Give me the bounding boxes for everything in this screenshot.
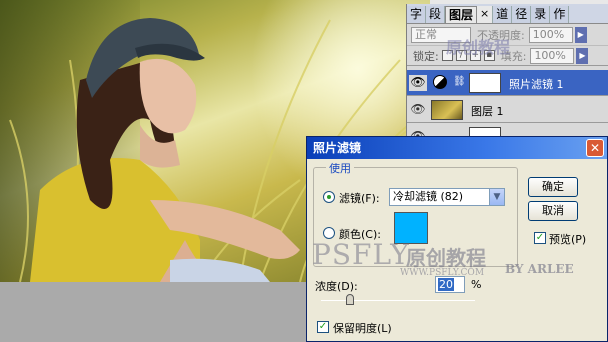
cancel-button[interactable]: 取消	[528, 201, 578, 221]
tab-layers[interactable]: 图层	[445, 6, 478, 23]
opacity-value: 100%	[532, 27, 565, 41]
tab-history[interactable]: 录	[531, 6, 551, 23]
density-slider-track[interactable]	[321, 300, 475, 301]
filter-select-value: 冷却滤镜 (82)	[393, 190, 464, 203]
lock-label: 锁定:	[413, 49, 439, 63]
layer-name: 照片滤镜 1	[509, 78, 564, 91]
photoshop-workspace: 字 段 图层 × 道 径 录 作 正常 不透明度: 100% ▶ 锁定: / +…	[0, 0, 608, 342]
fill-arrow-icon[interactable]: ▶	[576, 47, 589, 64]
photo-filter-dialog: 照片滤镜 ✕ 使用 滤镜(F): 冷却滤镜 (82) ▼ 颜色(C): 确定 取…	[306, 136, 608, 342]
dialog-titlebar[interactable]: 照片滤镜 ✕	[307, 137, 607, 159]
preserve-luminosity-label[interactable]: 保留明度(L)	[333, 320, 392, 336]
tab-actions[interactable]: 作	[550, 6, 570, 23]
layer-mask-thumbnail[interactable]	[469, 73, 501, 93]
canvas-background	[0, 282, 310, 342]
layer-name: 图层 1	[471, 105, 504, 118]
adjustment-layer-icon	[433, 75, 447, 89]
fill-value: 100%	[534, 48, 566, 62]
color-radio[interactable]	[323, 227, 335, 239]
lock-all-icon[interactable]: ▪	[483, 50, 495, 61]
color-swatch[interactable]	[394, 212, 428, 244]
opacity-label: 不透明度:	[477, 28, 525, 42]
opacity-arrow-icon[interactable]: ▶	[574, 26, 587, 43]
lock-paint-icon[interactable]: /	[455, 50, 467, 61]
fill-field[interactable]: 100%	[530, 47, 575, 64]
filter-select[interactable]: 冷却滤镜 (82) ▼	[389, 188, 505, 206]
density-value: 20	[438, 278, 454, 291]
lock-move-icon[interactable]: +	[469, 50, 481, 61]
preview-checkbox[interactable]: ✓	[534, 232, 546, 244]
lock-row: 锁定: / + ▪ 填充: 100% ▶	[407, 46, 608, 66]
tab-character[interactable]: 字	[407, 6, 427, 23]
density-label: 浓度(D):	[315, 280, 358, 293]
chain-icon: ⛓	[453, 76, 466, 87]
density-input[interactable]: 20	[435, 276, 465, 293]
eye-icon[interactable]: 👁	[409, 102, 427, 118]
ok-button[interactable]: 确定	[528, 177, 578, 197]
density-unit: %	[471, 278, 482, 291]
opacity-field[interactable]: 100%	[528, 26, 573, 43]
preserve-luminosity-checkbox[interactable]: ✓	[317, 321, 329, 333]
use-group-label: 使用	[326, 160, 354, 176]
blend-row: 正常 不透明度: 100% ▶	[407, 24, 608, 46]
tab-paths[interactable]: 径	[512, 6, 532, 23]
filter-radio[interactable]	[323, 191, 335, 203]
eye-icon[interactable]: 👁	[409, 75, 427, 91]
layer-thumbnail[interactable]	[431, 100, 463, 120]
fill-label: 填充:	[500, 49, 527, 63]
color-radio-label[interactable]: 颜色(C):	[339, 226, 381, 242]
panel-tab-strip: 字 段 图层 × 道 径 录 作	[407, 4, 608, 24]
preview-label[interactable]: 预览(P)	[549, 231, 586, 247]
filter-radio-label[interactable]: 滤镜(F):	[339, 190, 380, 206]
use-group: 使用 滤镜(F): 冷却滤镜 (82) ▼ 颜色(C):	[313, 160, 518, 267]
layers-panel: 字 段 图层 × 道 径 录 作 正常 不透明度: 100% ▶ 锁定: / +…	[406, 4, 608, 143]
density-slider-thumb[interactable]	[346, 294, 354, 305]
lock-transparency-icon[interactable]	[441, 50, 453, 61]
tab-close-icon[interactable]: ×	[477, 6, 494, 23]
close-button[interactable]: ✕	[586, 139, 604, 157]
dialog-title: 照片滤镜	[313, 141, 362, 155]
layer-row-layer1[interactable]: 👁 图层 1	[407, 97, 608, 123]
tab-paragraph[interactable]: 段	[426, 6, 446, 23]
blend-mode-value: 正常	[415, 27, 437, 41]
tab-channels[interactable]: 道	[493, 6, 513, 23]
layer-row-photo-filter[interactable]: 👁 ⛓ 照片滤镜 1	[407, 70, 608, 96]
chevron-down-icon[interactable]: ▼	[489, 189, 504, 205]
blend-mode-select[interactable]: 正常	[411, 26, 471, 43]
